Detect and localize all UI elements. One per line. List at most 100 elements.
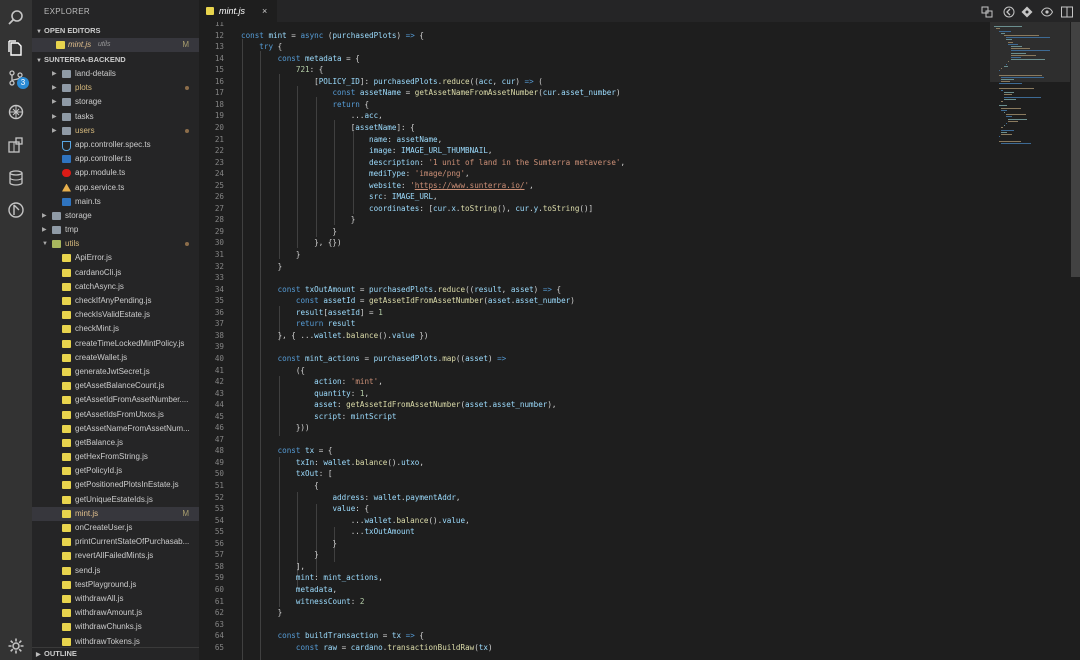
tree-item[interactable]: withdrawChunks.js [32, 620, 199, 634]
gear-icon[interactable] [4, 634, 28, 658]
tree-item[interactable]: ▶ tasks [32, 110, 199, 124]
code-line[interactable]: 21 name: assetName, [199, 134, 979, 146]
tree-item[interactable]: createWallet.js [32, 351, 199, 365]
tree-item[interactable]: app.controller.ts [32, 152, 199, 166]
code-line[interactable]: 31 } [199, 249, 979, 261]
open-editors-header[interactable]: ▼ OPEN EDITORS [32, 24, 199, 38]
code-line[interactable]: 38 }, { ...wallet.balance().value }) [199, 330, 979, 342]
code-line[interactable]: 43 quantity: 1, [199, 388, 979, 400]
code-line[interactable]: 58 ], [199, 561, 979, 573]
tree-item[interactable]: withdrawAmount.js [32, 606, 199, 620]
source-control-icon[interactable]: 3 [4, 66, 29, 90]
code-line[interactable]: 37 return result [199, 318, 979, 330]
code-line[interactable]: 36 result[assetId] = 1 [199, 307, 979, 319]
tab-mint-js[interactable]: mint.js × [199, 0, 277, 22]
code-line[interactable]: 12 const mint = async (purchasedPlots) =>… [199, 30, 979, 42]
code-line[interactable]: 51 { [199, 480, 979, 492]
code-line[interactable]: 33 [199, 272, 979, 284]
compare-icon[interactable] [981, 5, 993, 18]
tree-item[interactable]: withdrawAll.js [32, 592, 199, 606]
code-line[interactable]: 59 mint: mint_actions, [199, 572, 979, 584]
code-line[interactable]: 20 [assetName]: { [199, 122, 979, 134]
tree-item[interactable]: ▶ storage [32, 209, 199, 223]
code-line[interactable]: 39 [199, 341, 979, 353]
tree-item[interactable]: checkMint.js [32, 322, 199, 336]
tree-item[interactable]: getAssetIdsFromUtxos.js [32, 408, 199, 422]
tree-item[interactable]: cardanoCli.js [32, 266, 199, 280]
code-line[interactable]: 23 description: '1 unit of land in the S… [199, 157, 979, 169]
code-line[interactable]: 17 const assetName = getAssetNameFromAss… [199, 87, 979, 99]
code-line[interactable]: 24 mediType: 'image/png', [199, 168, 979, 180]
tree-item[interactable]: checkIfAnyPending.js [32, 294, 199, 308]
code-line[interactable]: 13 try { [199, 41, 979, 53]
code-line[interactable]: 52 address: wallet.paymentAddr, [199, 492, 979, 504]
tree-item[interactable]: send.js [32, 564, 199, 578]
code-line[interactable]: 64 const buildTransaction = tx => { [199, 630, 979, 642]
split-editor-icon[interactable] [1061, 5, 1073, 18]
minimap[interactable] [990, 22, 1070, 660]
tree-item[interactable]: getAssetBalanceCount.js [32, 379, 199, 393]
tree-item[interactable]: ▶ plots [32, 81, 199, 95]
search-icon[interactable] [4, 6, 28, 30]
code-line[interactable]: 56 } [199, 538, 979, 550]
tree-item[interactable]: checkIsValidEstate.js [32, 308, 199, 322]
tree-item[interactable]: generateJwtSecret.js [32, 365, 199, 379]
code-line[interactable]: 40 const mint_actions = purchasedPlots.m… [199, 353, 979, 365]
go-back-icon[interactable] [1003, 5, 1015, 18]
extensions-icon[interactable] [4, 133, 28, 157]
tree-item[interactable]: ▶ users [32, 124, 199, 138]
tree-item[interactable]: getAssetIdFromAssetNumber.... [32, 393, 199, 407]
code-line[interactable]: 50 txOut: [ [199, 468, 979, 480]
tree-item[interactable]: getUniqueEstateIds.js [32, 493, 199, 507]
tree-item[interactable]: app.controller.spec.ts [32, 138, 199, 152]
tree-item[interactable]: ▶ storage [32, 95, 199, 109]
git-commit-icon[interactable] [1021, 5, 1033, 18]
tree-item[interactable]: app.module.ts [32, 166, 199, 180]
code-line[interactable]: 42 action: 'mint', [199, 376, 979, 388]
tree-item[interactable]: ▶ land-details [32, 67, 199, 81]
tree-item[interactable]: mint.js M [32, 506, 199, 521]
code-line[interactable]: 60 metadata, [199, 584, 979, 596]
code-line[interactable]: 14 const metadata = { [199, 53, 979, 65]
code-line[interactable]: 41 ({ [199, 365, 979, 377]
close-icon[interactable]: × [262, 0, 267, 22]
tree-item[interactable]: main.ts [32, 195, 199, 209]
code-line[interactable]: 29 } [199, 226, 979, 238]
code-line[interactable]: 45 script: mintScript [199, 411, 979, 423]
code-line[interactable]: 11 [199, 22, 979, 30]
code-line[interactable]: 30 }, {}) [199, 237, 979, 249]
code-line[interactable]: 22 image: IMAGE_URL_THUMBNAIL, [199, 145, 979, 157]
tree-item[interactable]: onCreateUser.js [32, 521, 199, 535]
code-line[interactable]: 32 } [199, 261, 979, 273]
tree-item[interactable]: revertAllFailedMints.js [32, 549, 199, 563]
tree-item[interactable]: testPlayground.js [32, 578, 199, 592]
code-line[interactable]: 44 asset: getAssetIdFromAssetNumber(asse… [199, 399, 979, 411]
code-line[interactable]: 48 const tx = { [199, 445, 979, 457]
code-line[interactable]: 63 [199, 619, 979, 631]
tree-item[interactable]: createTimeLockedMintPolicy.js [32, 337, 199, 351]
scrollbar-thumb[interactable] [1071, 22, 1080, 277]
code-line[interactable]: 15 721: { [199, 64, 979, 76]
tree-item[interactable]: ApiError.js [32, 251, 199, 265]
debug-icon[interactable] [4, 100, 28, 124]
tree-item[interactable]: printCurrentStateOfPurchasab... [32, 535, 199, 549]
code-line[interactable]: 55 ...txOutAmount [199, 526, 979, 538]
code-line[interactable]: 49 txIn: wallet.balance().utxo, [199, 457, 979, 469]
code-line[interactable]: 61 witnessCount: 2 [199, 596, 979, 608]
code-line[interactable]: 46 })) [199, 422, 979, 434]
vertical-scrollbar[interactable] [1071, 22, 1080, 660]
tree-item[interactable]: getAssetNameFromAssetNum... [32, 422, 199, 436]
code-line[interactable]: 53 value: { [199, 503, 979, 515]
tree-item[interactable]: ▶ tmp [32, 223, 199, 237]
code-line[interactable]: 54 ...wallet.balance().value, [199, 515, 979, 527]
tree-item[interactable]: getPositionedPlotsInEstate.js [32, 478, 199, 492]
timeline-icon[interactable] [4, 198, 28, 222]
code-line[interactable]: 27 coordinates: [cur.x.toString(), cur.y… [199, 203, 979, 215]
code-line[interactable]: 47 [199, 434, 979, 446]
code-line[interactable]: 34 const txOutAmount = purchasedPlots.re… [199, 284, 979, 296]
explorer-icon[interactable] [4, 36, 28, 60]
project-header[interactable]: ▼ SUNTERRA-BACKEND [32, 53, 199, 67]
preview-icon[interactable] [1040, 5, 1054, 17]
code-line[interactable]: 25 website: 'https://www.sunterra.io/', [199, 180, 979, 192]
tree-item[interactable]: getHexFromString.js [32, 450, 199, 464]
